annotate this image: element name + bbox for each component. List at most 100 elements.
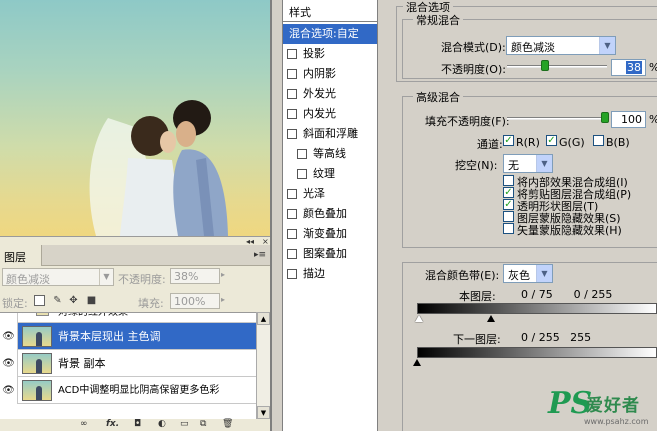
layer-opacity-label: 不透明度: — [118, 273, 166, 286]
visibility-eye-icon[interactable]: 👁 — [0, 350, 18, 377]
scroll-down-icon[interactable]: ▼ — [257, 406, 270, 419]
style-checkbox[interactable] — [287, 209, 297, 219]
layers-tab-bar: 图层 ▸≡ — [0, 245, 270, 266]
layer-row[interactable]: ▶ 对绿的红外效果 — [0, 313, 256, 323]
this-layer-black-point-slider[interactable] — [415, 315, 423, 322]
group-folder-icon — [36, 313, 49, 316]
style-item[interactable]: 渐变叠加 — [283, 224, 377, 244]
this-layer-gradient — [417, 303, 657, 314]
style-item[interactable]: 混合选项:自定 — [283, 24, 377, 44]
layer-row[interactable]: 👁 背景本层现出 主色调 — [0, 323, 256, 350]
style-checkbox[interactable] — [287, 109, 297, 119]
visibility-eye-icon[interactable] — [0, 313, 18, 323]
option-checkbox[interactable]: ✓ — [503, 187, 514, 198]
this-layer-white-point-slider[interactable] — [487, 315, 495, 322]
fill-opacity-field[interactable]: 100 — [611, 111, 646, 128]
expand-triangle-icon[interactable]: ▶ — [22, 313, 29, 315]
lock-brush-icon[interactable]: ✎ — [52, 295, 63, 306]
style-item[interactable]: 光泽 — [283, 184, 377, 204]
channel-r-checkbox[interactable]: ✓ — [503, 135, 514, 146]
adjustment-layer-icon[interactable]: ◐ — [158, 418, 166, 430]
layer-row[interactable]: 👁 背景 副本 — [0, 350, 256, 377]
style-checkbox[interactable] — [287, 249, 297, 259]
channel-g-checkbox[interactable]: ✓ — [546, 135, 557, 146]
visibility-eye-icon[interactable]: 👁 — [0, 323, 18, 350]
style-item[interactable]: 内阴影 — [283, 64, 377, 84]
fill-field[interactable]: 100% — [170, 293, 220, 309]
style-item[interactable]: 外发光 — [283, 84, 377, 104]
fill-opacity-slider[interactable] — [507, 117, 607, 120]
blend-if-select[interactable]: 灰色 ▼ — [503, 264, 553, 283]
style-item[interactable]: 纹理 — [283, 164, 377, 184]
visibility-eye-icon[interactable]: 👁 — [0, 377, 18, 404]
lock-transparent-icon[interactable] — [34, 295, 45, 306]
new-group-icon[interactable]: ▭ — [180, 418, 189, 430]
style-item[interactable]: 内发光 — [283, 104, 377, 124]
option-checkbox[interactable]: ✓ — [503, 199, 514, 210]
dropdown-triangle-icon[interactable]: ▸ — [221, 295, 225, 304]
chevron-down-icon: ▼ — [536, 155, 552, 172]
layer-thumbnail — [22, 326, 52, 347]
blend-mode-value: 颜色减淡 — [511, 41, 555, 54]
layer-list: ▶ 对绿的红外效果 👁 背景本层现出 主色调 👁 背景 副本 👁 ACD中调整明… — [0, 312, 256, 419]
link-layers-icon[interactable]: ∞ — [80, 418, 88, 430]
new-layer-icon[interactable]: ⧉ — [200, 418, 206, 430]
layer-name: 背景 副本 — [58, 357, 106, 370]
style-checkbox[interactable] — [287, 229, 297, 239]
fx-icon[interactable]: fx. — [106, 418, 119, 430]
this-layer-label: 本图层: — [459, 290, 496, 303]
canvas-photo[interactable] — [0, 0, 270, 236]
layer-style-dialog: 样式 混合选项:自定 投影 内阴影 外发光 内发光 斜面和浮雕 等高线 纹理光泽颜色叠加 渐变叠… — [270, 0, 657, 431]
option-label: 矢量蒙版隐藏效果(H) — [517, 224, 622, 237]
style-checkbox[interactable] — [287, 269, 297, 279]
style-checkbox[interactable] — [297, 169, 307, 179]
style-checkbox[interactable] — [287, 89, 297, 99]
couple-photo-art — [89, 100, 228, 236]
style-checkbox[interactable] — [287, 189, 297, 199]
layer-row[interactable]: 👁 ACD中调整明显比阴高保留更多色彩 — [0, 377, 256, 404]
layer-opacity-field[interactable]: 38% — [170, 268, 220, 284]
underlying-black-point-slider[interactable] — [413, 359, 421, 366]
advanced-blending-title: 高级混合 — [413, 89, 463, 105]
lock-all-icon[interactable]: ■ — [86, 295, 97, 306]
knockout-select[interactable]: 无 ▼ — [503, 154, 553, 173]
styles-header[interactable]: 样式 — [283, 0, 377, 22]
style-checkbox[interactable] — [287, 49, 297, 59]
add-mask-icon[interactable]: ◘ — [134, 418, 141, 430]
trash-icon[interactable]: 🗑 — [222, 418, 233, 430]
watermark-url: www.psahz.com — [584, 417, 649, 426]
layers-scrollbar[interactable]: ▲ ▼ — [256, 312, 270, 419]
style-item-label: 光泽 — [303, 187, 325, 200]
style-item[interactable]: 投影 — [283, 44, 377, 64]
scroll-up-icon[interactable]: ▲ — [257, 312, 270, 325]
tab-layers[interactable]: 图层 — [0, 245, 42, 266]
style-checkbox[interactable] — [287, 129, 297, 139]
style-item[interactable]: 图案叠加 — [283, 244, 377, 264]
layers-options-row: 颜色减淡 ▼ 不透明度: 38% ▸ — [2, 268, 268, 288]
style-item[interactable]: 斜面和浮雕 — [283, 124, 377, 144]
dropdown-triangle-icon[interactable]: ▸ — [221, 270, 225, 279]
channel-b-checkbox[interactable] — [593, 135, 604, 146]
style-item[interactable]: 等高线 — [283, 144, 377, 164]
layer-thumbnail — [22, 353, 52, 374]
option-checkbox[interactable] — [503, 175, 514, 186]
fill-opacity-slider-thumb[interactable] — [601, 112, 609, 123]
style-item[interactable]: 颜色叠加 — [283, 204, 377, 224]
lock-move-icon[interactable]: ✥ — [68, 295, 79, 306]
channels-label: 通道: — [477, 138, 503, 151]
option-checkbox[interactable] — [503, 223, 514, 234]
layer-blend-mode-select[interactable]: 颜色减淡 ▼ — [2, 268, 114, 286]
opacity-field[interactable]: 38 — [611, 59, 646, 76]
opacity-slider[interactable] — [507, 65, 607, 68]
channel-r-label: R(R) — [516, 136, 540, 149]
blend-mode-select[interactable]: 颜色减淡 ▼ — [506, 36, 616, 55]
option-checkbox[interactable] — [503, 211, 514, 222]
advanced-blending-group: 高级混合 填充不透明度(F): 100 % 通道: ✓ R(R) ✓ G(G) … — [402, 89, 657, 248]
opacity-slider-thumb[interactable] — [541, 60, 549, 71]
panel-menu-icon[interactable]: ▸≡ — [254, 250, 266, 260]
style-item[interactable]: 描边 — [283, 264, 377, 284]
style-checkbox[interactable] — [287, 69, 297, 79]
blend-if-value: 灰色 — [508, 269, 530, 282]
style-checkbox[interactable] — [297, 149, 307, 159]
chevron-down-icon: ▼ — [599, 37, 615, 54]
